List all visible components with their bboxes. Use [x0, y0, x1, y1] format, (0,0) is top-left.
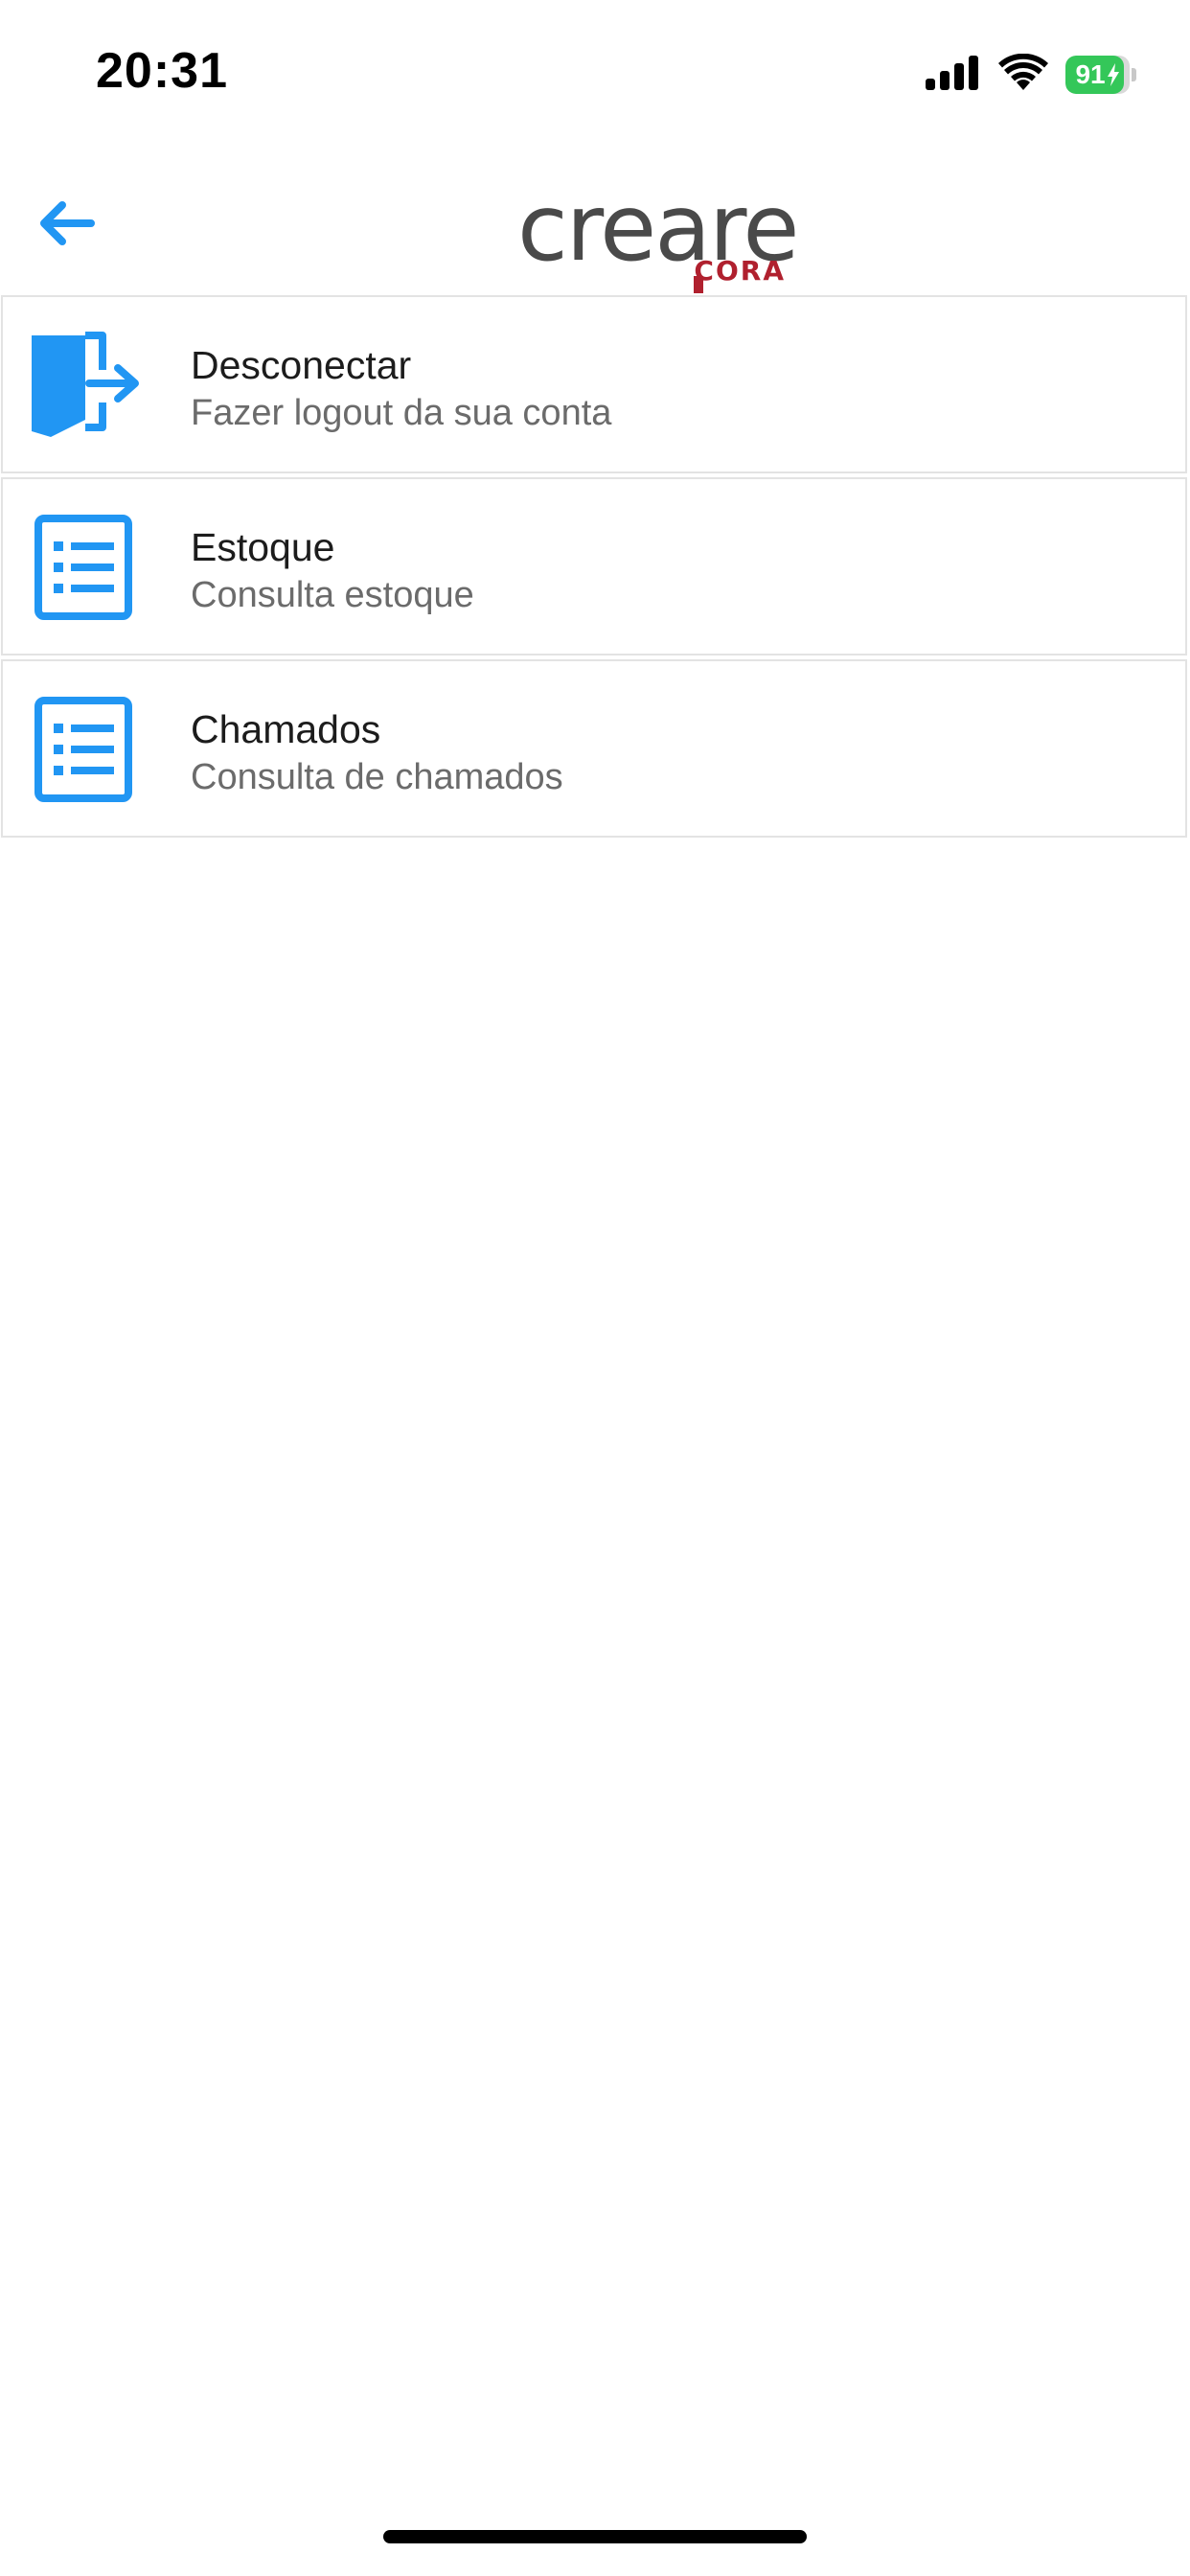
status-icons: 91	[926, 52, 1136, 98]
app-header: creare CORA	[0, 144, 1190, 295]
list-icon	[28, 514, 143, 623]
creare-cora-logo: creare CORA	[517, 182, 805, 293]
arrow-left-icon	[35, 197, 97, 254]
home-indicator[interactable]	[383, 2530, 807, 2543]
wifi-icon	[998, 53, 1048, 97]
status-time: 20:31	[96, 43, 228, 99]
menu-item-title: Estoque	[191, 525, 335, 569]
logo-product: CORA	[694, 255, 786, 287]
menu-item-subtitle: Consulta estoque	[191, 575, 474, 615]
status-bar: 20:31 91	[0, 0, 1190, 144]
battery-percent: 91	[1065, 56, 1130, 94]
menu-item-desconectar[interactable]: Desconectar Fazer logout da sua conta	[1, 295, 1187, 473]
menu-item-subtitle: Fazer logout da sua conta	[191, 393, 612, 433]
back-button[interactable]	[25, 184, 107, 266]
menu-list: Desconectar Fazer logout da sua conta Es…	[0, 295, 1190, 841]
menu-item-title: Desconectar	[191, 343, 412, 387]
list-icon	[28, 696, 143, 805]
logout-door-icon	[28, 332, 143, 441]
cellular-signal-icon	[926, 54, 981, 97]
menu-item-subtitle: Consulta de chamados	[191, 757, 563, 797]
menu-item-title: Chamados	[191, 707, 381, 751]
menu-item-estoque[interactable]: Estoque Consulta estoque	[1, 477, 1187, 656]
battery-charging-icon: 91	[1065, 56, 1136, 94]
menu-item-chamados[interactable]: Chamados Consulta de chamados	[1, 659, 1187, 838]
